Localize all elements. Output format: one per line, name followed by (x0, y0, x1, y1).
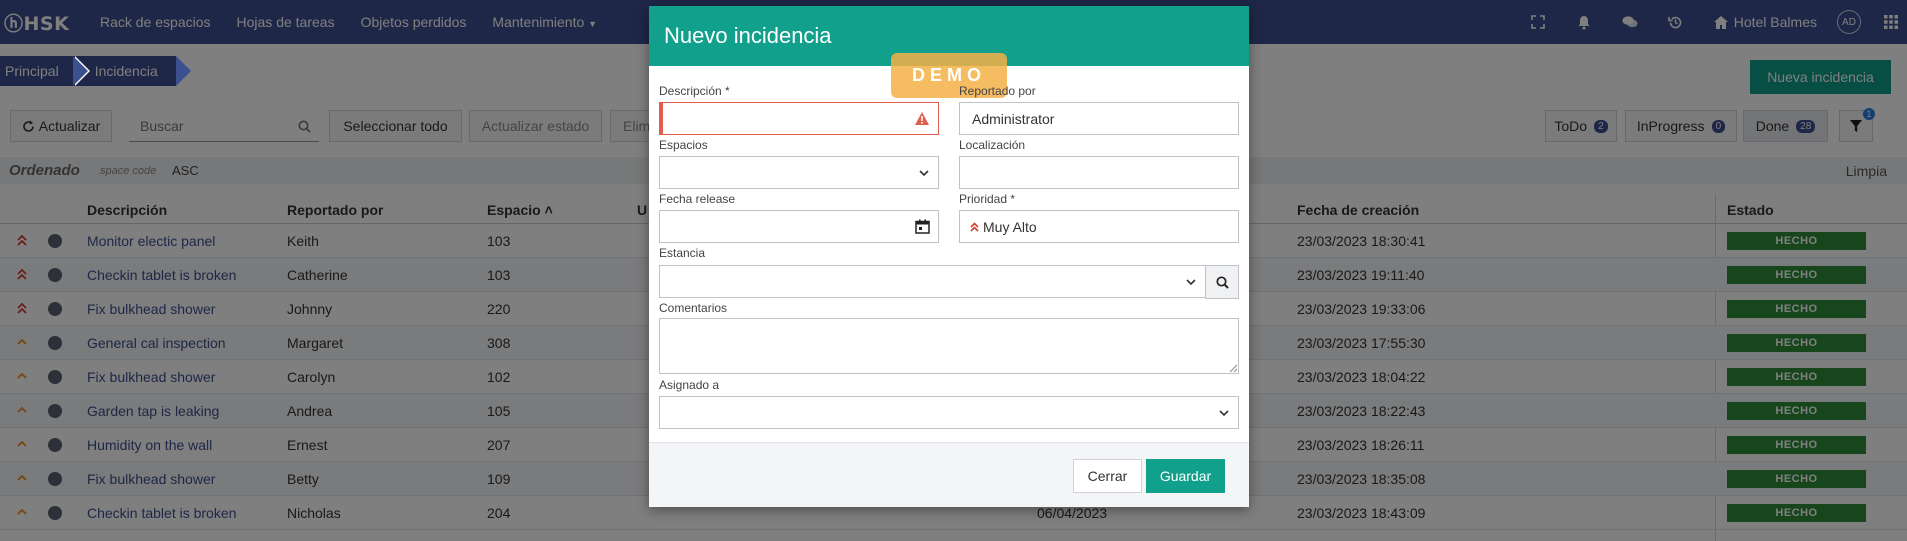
description-field[interactable] (659, 102, 939, 135)
priority-label: Prioridad * (959, 192, 1016, 206)
reported-by-value: Administrator (972, 110, 1055, 127)
warning-icon (915, 112, 929, 125)
save-button[interactable]: Guardar (1146, 459, 1225, 493)
spaces-select[interactable] (659, 156, 939, 189)
spaces-label: Espacios (659, 138, 708, 152)
stay-search-button[interactable] (1205, 265, 1239, 299)
release-date-field[interactable] (659, 210, 939, 243)
priority-value: Muy Alto (983, 218, 1037, 235)
modal-footer: Cerrar Guardar (649, 442, 1249, 507)
new-incidence-modal: Nuevo incidencia DEMO Descripción * Repo… (649, 6, 1249, 507)
reported-by-field[interactable]: Administrator (959, 102, 1239, 135)
resize-handle-icon[interactable] (1229, 364, 1237, 372)
chevron-down-icon (919, 170, 929, 177)
close-button[interactable]: Cerrar (1073, 459, 1142, 493)
calendar-icon[interactable] (915, 219, 930, 234)
comments-label: Comentarios (659, 301, 728, 315)
chevron-down-icon (1186, 279, 1196, 286)
reported-by-label: Reportado por (959, 84, 1036, 98)
priority-select[interactable]: Muy Alto (959, 210, 1239, 243)
assigned-label: Asignado a (659, 378, 720, 392)
stay-select[interactable] (659, 265, 1206, 298)
chevron-down-icon (1219, 410, 1229, 417)
location-label: Localización (959, 138, 1026, 152)
stay-label: Estancia (659, 246, 706, 260)
comments-textarea[interactable] (659, 318, 1239, 374)
search-icon (1215, 275, 1229, 289)
description-label: Descripción * (659, 84, 730, 98)
release-date-label: Fecha release (659, 192, 736, 206)
priority-very-high-icon (970, 221, 979, 232)
assigned-select[interactable] (659, 396, 1239, 429)
location-field[interactable] (959, 156, 1239, 189)
